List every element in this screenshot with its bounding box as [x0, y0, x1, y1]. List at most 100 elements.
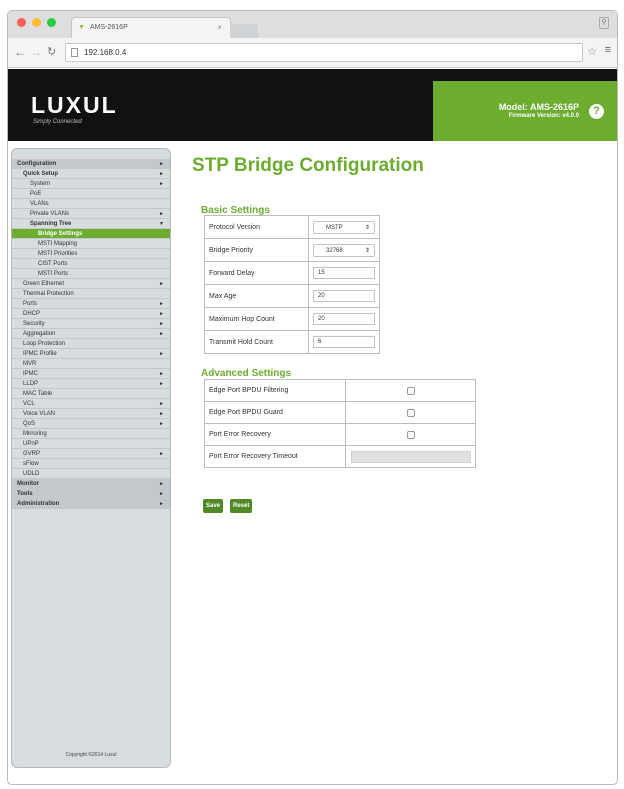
protocol-version-select[interactable]: MSTP ⇕	[313, 220, 375, 234]
sidebar-item-aggregation[interactable]: Aggregation ►	[12, 329, 170, 339]
model-panel: Model: AMS-2616P Firmware Version: v4.0.…	[433, 81, 617, 141]
max-age-label: Max Age	[204, 284, 309, 308]
sidebar-item-green-ethernet[interactable]: Green Ethernet ►	[12, 279, 170, 289]
arrow-icon: ►	[159, 351, 164, 357]
table-row: Max Age 20	[204, 284, 380, 308]
port-error-recovery-checkbox[interactable]	[406, 430, 415, 439]
site-header: LUXUL Simply Connected Model: AMS-2616P …	[8, 69, 617, 141]
bpdu-guard-checkbox[interactable]	[406, 408, 415, 417]
sidebar-item-ports[interactable]: Ports ►	[12, 299, 170, 309]
address-bar-row: ← → ↻ 192.168.0.4 ☆ ≡	[8, 38, 617, 68]
arrow-icon: ►	[159, 161, 164, 167]
arrow-icon: ►	[159, 181, 164, 187]
sidebar-item-security[interactable]: Security ►	[12, 319, 170, 329]
maximize-window-icon[interactable]	[47, 18, 56, 27]
sidebar-item-dhcp[interactable]: DHCP ►	[12, 309, 170, 319]
sidebar-item-loop-protection[interactable]: Loop Protection	[12, 339, 170, 349]
copyright: Copyright ©2014 Luxul	[65, 752, 117, 758]
arrow-icon: ►	[159, 411, 164, 417]
sidebar-item-sflow[interactable]: sFlow	[12, 459, 170, 469]
back-icon[interactable]: ←	[14, 46, 26, 58]
max-hop-count-input[interactable]: 20	[313, 313, 375, 325]
bpdu-filtering-checkbox[interactable]	[406, 386, 415, 395]
sidebar-item-ipmc-profile[interactable]: IPMC Profile ►	[12, 349, 170, 359]
sidebar-item-administration[interactable]: Administration ►	[12, 499, 170, 509]
max-age-input[interactable]: 20	[313, 290, 375, 302]
sidebar-item-thermal-protection[interactable]: Thermal Protection	[12, 289, 170, 299]
table-row: Protocol Version MSTP ⇕	[204, 215, 380, 239]
sidebar-item-spanning-tree[interactable]: Spanning Tree ▼	[12, 219, 170, 229]
sidebar-item-private-vlans[interactable]: Private VLANs ►	[12, 209, 170, 219]
arrow-down-icon: ▼	[159, 221, 164, 227]
table-row: Edge Port BPDU Filtering	[204, 379, 476, 402]
sidebar-item-system[interactable]: System ►	[12, 179, 170, 189]
arrow-icon: ►	[159, 481, 164, 487]
arrow-icon: ►	[159, 321, 164, 327]
sidebar-item-vcl[interactable]: VCL ►	[12, 399, 170, 409]
transmit-hold-count-label: Transmit Hold Count	[204, 330, 309, 354]
table-row: Bridge Priority 32768 ⇕	[204, 238, 380, 262]
url-field[interactable]: 192.168.0.4	[65, 43, 583, 62]
tab-title: AMS-2616P	[90, 24, 128, 31]
model-name: Model: AMS-2616P	[498, 102, 579, 112]
sidebar-item-msti-priorities[interactable]: MSTI Priorities	[12, 249, 170, 259]
port-error-recovery-timeout-input[interactable]	[350, 450, 471, 463]
close-tab-icon[interactable]: ×	[217, 23, 222, 32]
reset-button[interactable]: Reset	[230, 499, 253, 513]
sidebar-item-vlans[interactable]: VLANs	[12, 199, 170, 209]
forward-delay-label: Forward Delay	[204, 261, 309, 285]
sidebar-item-ipmc[interactable]: IPMC ►	[12, 369, 170, 379]
arrow-icon: ►	[159, 331, 164, 337]
bridge-priority-select[interactable]: 32768 ⇕	[313, 243, 375, 257]
sidebar-item-monitor[interactable]: Monitor ►	[12, 479, 170, 489]
arrow-icon: ►	[159, 281, 164, 287]
minimize-window-icon[interactable]	[32, 18, 41, 27]
reload-icon[interactable]: ↻	[47, 46, 56, 58]
firmware-version: Firmware Version: v4.0.0	[508, 113, 579, 119]
sidebar-item-tools[interactable]: Tools ►	[12, 489, 170, 499]
sidebar-item-mirroring[interactable]: Mirroring	[12, 429, 170, 439]
browser-menu-icon[interactable]: ≡	[605, 44, 611, 56]
sidebar-item-mac-table[interactable]: MAC Table	[12, 389, 170, 399]
browser-tab[interactable]: ▼ AMS-2616P ×	[71, 17, 231, 39]
table-row: Forward Delay 15	[204, 261, 380, 285]
sidebar-item-upnp[interactable]: UPnP	[12, 439, 170, 449]
arrow-icon: ►	[159, 381, 164, 387]
bpdu-filtering-label: Edge Port BPDU Filtering	[204, 379, 346, 402]
sidebar-item-configuration[interactable]: Configuration ►	[12, 159, 170, 169]
sidebar-nav: Configuration ► Quick Setup ► System ► PoE …	[11, 148, 171, 768]
bookmark-star-icon[interactable]: ☆	[587, 45, 597, 58]
save-button[interactable]: Save	[203, 499, 224, 513]
advanced-settings-heading: Advanced Settings	[201, 368, 292, 379]
sidebar-item-lldp[interactable]: LLDP ►	[12, 379, 170, 389]
forward-icon[interactable]: →	[30, 46, 42, 58]
sidebar-item-poe[interactable]: PoE	[12, 189, 170, 199]
sidebar-item-msti-ports[interactable]: MSTI Ports	[12, 269, 170, 279]
page-icon	[71, 48, 78, 57]
sidebar-item-gvrp[interactable]: GVRP ►	[12, 449, 170, 459]
sidebar-item-mvr[interactable]: MVR	[12, 359, 170, 369]
port-error-recovery-label: Port Error Recovery	[204, 423, 346, 446]
sidebar-item-bridge-settings[interactable]: Bridge Settings	[12, 229, 170, 239]
bpdu-guard-label: Edge Port BPDU Guard	[204, 401, 346, 424]
favicon-icon: ▼	[78, 24, 85, 31]
transmit-hold-count-input[interactable]: 6	[313, 336, 375, 348]
arrow-icon: ►	[159, 371, 164, 377]
sidebar-item-cist-ports[interactable]: CIST Ports	[12, 259, 170, 269]
sidebar-item-qos[interactable]: QoS ►	[12, 419, 170, 429]
table-row: Transmit Hold Count 6	[204, 330, 380, 354]
forward-delay-input[interactable]: 15	[313, 267, 375, 279]
arrow-icon: ►	[159, 421, 164, 427]
table-row: Port Error Recovery	[204, 423, 476, 446]
sidebar-item-voice-vlan[interactable]: Voice VLAN ►	[12, 409, 170, 419]
table-row: Edge Port BPDU Guard	[204, 401, 476, 424]
help-icon[interactable]: ?	[589, 104, 604, 119]
user-profile-icon[interactable]: ⚲	[599, 17, 609, 29]
sidebar-item-udld[interactable]: UDLD	[12, 469, 170, 479]
sidebar-item-quick-setup[interactable]: Quick Setup ►	[12, 169, 170, 179]
new-tab-button[interactable]	[230, 24, 258, 38]
arrow-icon: ►	[159, 491, 164, 497]
sidebar-item-msti-mapping[interactable]: MSTI Mapping	[12, 239, 170, 249]
bridge-priority-label: Bridge Priority	[204, 238, 309, 262]
close-window-icon[interactable]	[17, 18, 26, 27]
